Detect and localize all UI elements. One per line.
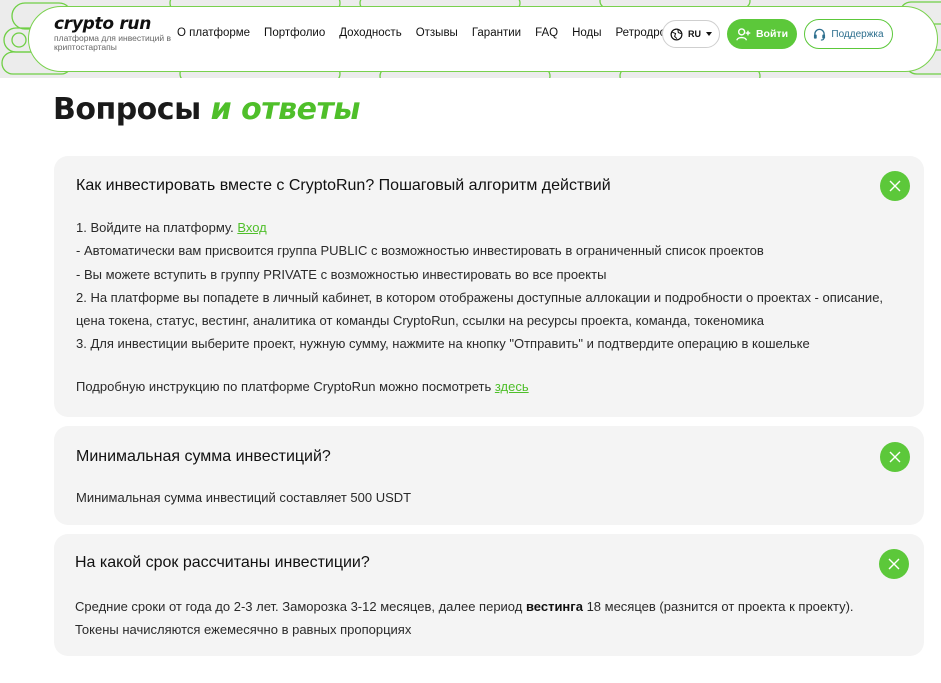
answer-line: цена токена, статус, вестинг, аналитика … — [76, 313, 765, 329]
login-button[interactable]: Войти — [727, 19, 797, 49]
close-icon — [889, 180, 901, 192]
answer-line: - Вы можете вступить в группу PRIVATE с … — [76, 266, 607, 282]
answer-text: Средние сроки от года до 2-3 лет. Заморо… — [75, 599, 523, 614]
page-title: Вопросы и ответы — [53, 92, 360, 127]
faq-item-investment-term: На какой срок рассчитаны инвестиции? Сре… — [54, 534, 924, 656]
main-nav: О платформе Портфолио Доходность Отзывы … — [177, 25, 695, 41]
nav-item-faq[interactable]: FAQ — [535, 25, 558, 41]
login-label: Войти — [755, 28, 789, 40]
answer-line: 2. На платформе вы попадете в личный каб… — [76, 289, 884, 305]
logo[interactable]: crypto run платформа для инвестиций в кр… — [54, 14, 174, 52]
support-button[interactable]: Поддержка — [804, 19, 893, 49]
close-icon — [888, 558, 900, 570]
answer-line: Токены начисляются ежемесячно в равных п… — [75, 622, 412, 638]
faq-answer: Минимальная сумма инвестиций составляет … — [76, 490, 412, 505]
nav-item-yield[interactable]: Доходность — [339, 25, 401, 41]
answer-text: 1. Войдите на платформу. — [76, 220, 234, 235]
language-selector[interactable]: RU — [662, 20, 720, 48]
headset-icon — [814, 28, 826, 41]
faq-question[interactable]: На какой срок рассчитаны инвестиции? — [75, 554, 370, 572]
faq-toggle-button[interactable] — [880, 442, 910, 472]
answer-line: 3. Для инвестиции выберите проект, нужну… — [76, 336, 810, 352]
answer-bold-term: вестинга — [525, 599, 583, 614]
logo-wordmark: crypto run — [54, 14, 152, 34]
answer-line: Подробную инструкцию по платформе Crypto… — [76, 375, 883, 398]
nav-item-portfolio[interactable]: Портфолио — [264, 25, 325, 41]
faq-item-how-to-invest: Как инвестировать вместе с CryptoRun? По… — [54, 156, 924, 417]
faq-question[interactable]: Минимальная сумма инвестиций? — [76, 448, 331, 466]
answer-text: 18 месяцев (разнится от проекта к проект… — [586, 599, 854, 614]
instructions-link[interactable]: здесь — [495, 379, 529, 394]
faq-toggle-button[interactable] — [880, 171, 910, 201]
answer-text: Подробную инструкцию по платформе Crypto… — [76, 378, 492, 394]
page-title-accent: и ответы — [210, 92, 361, 127]
answer-spacer — [76, 356, 883, 375]
globe-icon — [670, 28, 683, 40]
faq-question[interactable]: Как инвестировать вместе с CryptoRun? По… — [76, 177, 611, 195]
nav-item-about[interactable]: О платформе — [177, 25, 250, 41]
answer-line: Средние сроки от года до 2-3 лет. Заморо… — [75, 595, 854, 618]
nav-item-nodes[interactable]: Ноды — [572, 25, 601, 41]
user-plus-icon — [736, 27, 751, 41]
support-label: Поддержка — [831, 28, 884, 40]
page-title-main: Вопросы — [53, 92, 201, 127]
faq-answer: Средние сроки от года до 2-3 лет. Заморо… — [75, 595, 854, 642]
faq-answer: 1. Войдите на платформу. Вход - Автомати… — [76, 216, 883, 398]
answer-line: 1. Войдите на платформу. Вход — [76, 216, 883, 239]
logo-tagline: платформа для инвестиций в криптостартап… — [54, 33, 171, 52]
faq-toggle-button[interactable] — [879, 549, 909, 579]
answer-line: - Автоматически вам присвоится группа PU… — [76, 243, 764, 259]
login-link[interactable]: Вход — [237, 220, 266, 235]
close-icon — [889, 451, 901, 463]
nav-item-reviews[interactable]: Отзывы — [416, 25, 458, 41]
language-label: RU — [688, 29, 701, 39]
nav-item-guarantees[interactable]: Гарантии — [472, 25, 521, 41]
caret-down-icon — [706, 32, 712, 36]
faq-item-minimum-investment: Минимальная сумма инвестиций? Минимальна… — [54, 426, 924, 525]
